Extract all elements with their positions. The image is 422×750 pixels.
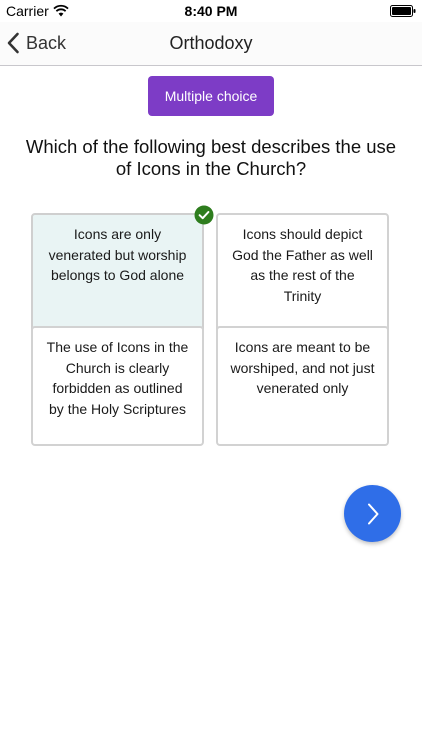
chevron-right-icon	[367, 503, 378, 524]
next-button[interactable]	[344, 485, 401, 542]
status-bar: Carrier 8:40 PM	[0, 0, 422, 22]
question-type-badge: Multiple choice	[148, 76, 274, 116]
navigation-bar: Back Orthodoxy	[0, 22, 422, 66]
answer-option-2[interactable]: Icons should depict God the Father as we…	[216, 213, 389, 333]
question-text: Which of the following best describes th…	[25, 136, 397, 179]
checkmark-icon	[194, 205, 214, 225]
clock: 8:40 PM	[184, 3, 238, 19]
quiz-screen: Carrier 8:40 PM Back Orthodoxy Multiple …	[0, 0, 422, 750]
battery-icon	[390, 5, 416, 17]
page-title: Orthodoxy	[169, 33, 253, 53]
answer-option-3[interactable]: The use of Icons in the Church is clearl…	[31, 326, 204, 446]
answer-option-1[interactable]: Icons are only venerated but worship bel…	[31, 213, 204, 333]
answer-option-4[interactable]: Icons are meant to be worshiped, and not…	[216, 326, 389, 446]
